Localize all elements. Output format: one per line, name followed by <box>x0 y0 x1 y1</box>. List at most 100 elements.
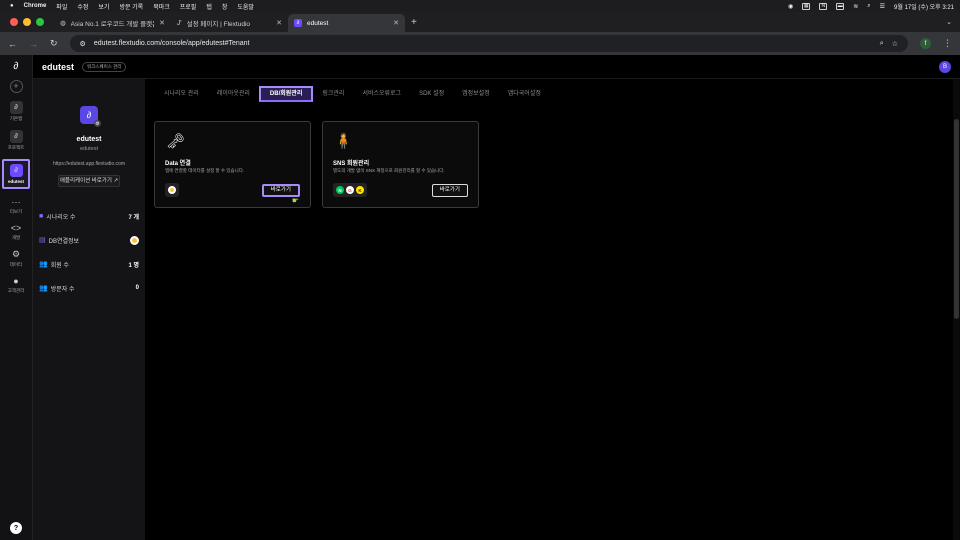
browser-tabbar: ◍ Asia No.1 로우코드 개발 플랫폼 플렉... ✕ ᔑ 설정 페이지… <box>0 12 960 32</box>
menubar-app-name[interactable]: Chrome <box>24 3 47 9</box>
left-rail: ∂ + ∂ 기본앱 ∂ 프로젝트 ∂ edutest ··· 더보기 <> 개발… <box>0 55 33 540</box>
add-app-button[interactable]: + <box>9 80 23 93</box>
rail-tool-label: 고객관리 <box>7 288 25 293</box>
main-content: 시나리오 관리 레이아웃관리 DB/회원관리 링크관리 서비스오류로그 SDK … <box>145 79 953 540</box>
stat-value: 0 <box>135 285 139 291</box>
menu-history[interactable]: 방문 기록 <box>119 2 143 11</box>
tab-error-log[interactable]: 서비스오류로그 <box>353 86 410 102</box>
search-icon[interactable]: ⌕ <box>867 3 870 10</box>
menu-help[interactable]: 도움말 <box>237 2 254 11</box>
browser-tab[interactable]: ◍ Asia No.1 로우코드 개발 플랫폼 플렉... ✕ <box>54 14 171 32</box>
rail-customer[interactable]: ● 고객관리 <box>8 276 25 294</box>
rail-item-basic-app[interactable]: ∂ 기본앱 <box>2 101 30 122</box>
rail-tool-label: 개발 <box>11 235 21 240</box>
google-icon: G <box>346 186 354 194</box>
rail-data[interactable]: ⚙ 데이터 <box>10 249 22 268</box>
rail-more[interactable]: ··· 더보기 <box>10 197 22 215</box>
more-dots-icon: ··· <box>11 197 21 207</box>
app-info-panel: ∂ ⚙ edutest edutest https://edutest.app.f… <box>33 79 145 540</box>
back-arrow-icon[interactable]: ← <box>8 39 17 49</box>
rail-tool-label: 더보기 <box>9 209 23 214</box>
control-center-icon[interactable]: ☰ <box>880 3 885 10</box>
code-icon: <> <box>10 223 22 233</box>
app-icon: ∂ <box>9 130 23 143</box>
close-tab-icon[interactable]: ✕ <box>276 19 282 27</box>
apple-icon[interactable]: ● <box>10 3 14 9</box>
stat-value: 7 개 <box>128 214 139 221</box>
tab-sdk[interactable]: SDK 설정 <box>410 86 453 102</box>
bookmark-star-icon[interactable]: ☆ <box>892 40 898 48</box>
menu-bookmarks[interactable]: 북마크 <box>153 2 170 11</box>
feature-cards: 🗝 Data 연결 앱에 연결할 데이터를 설정 할 수 있습니다. 바로가기 … <box>154 121 479 208</box>
tab-title: edutest <box>307 19 329 27</box>
help-button[interactable]: ? <box>10 522 22 534</box>
app-url[interactable]: https://edutest.app.flextudio.com <box>33 161 145 167</box>
scrollbar-thumb[interactable] <box>954 119 959 319</box>
user-avatar[interactable]: B <box>939 60 951 73</box>
gears-icon: ⚙ <box>11 249 21 259</box>
tab-scenario[interactable]: 시나리오 관리 <box>155 86 208 102</box>
visitors-icon: 👥 <box>39 285 48 292</box>
rail-item-edutest[interactable]: ∂ edutest <box>2 159 30 189</box>
tab-search-chevron-icon[interactable]: ⌄ <box>938 18 960 32</box>
rail-dev[interactable]: <> 개발 <box>11 223 22 241</box>
rail-tool-label: 데이터 <box>9 262 23 267</box>
tab-db-members[interactable]: DB/회원관리 <box>258 86 314 102</box>
minimize-window-button[interactable] <box>23 18 31 26</box>
db-chip-icon <box>168 186 176 194</box>
battery-icon[interactable]: ▬ <box>836 2 845 10</box>
menu-edit[interactable]: 수정 <box>77 2 88 11</box>
macos-menubar: ● Chrome 파일 수정 보기 방문 기록 북마크 프로필 탭 창 도움말 … <box>0 0 960 12</box>
reload-icon[interactable]: ↻ <box>50 38 58 49</box>
grid-icon[interactable]: ▦ <box>802 2 811 10</box>
settings-gear-icon[interactable]: ⚙ <box>94 120 101 127</box>
card-chips: N G K <box>333 183 367 197</box>
browser-tab[interactable]: ᔑ 설정 페이지 | Flextudio ✕ <box>171 14 288 32</box>
address-bar[interactable]: ⚙ edutest.flextudio.com/console/app/edut… <box>69 35 908 52</box>
go-button[interactable]: 바로가기 <box>431 184 468 197</box>
app-icon: ∂ <box>9 164 23 177</box>
browser-menu-icon[interactable]: ⋮ <box>943 38 952 49</box>
record-icon[interactable]: ◉ <box>788 3 793 10</box>
db-status-icon <box>130 235 139 245</box>
menu-profiles[interactable]: 프로필 <box>180 2 197 11</box>
tab-i18n[interactable]: 앱다국어설정 <box>499 86 550 102</box>
n-icon[interactable]: N <box>819 2 828 10</box>
zoom-window-button[interactable] <box>36 18 44 26</box>
stat-value: 1 명 <box>128 262 139 269</box>
stat-label: DB연결정보 <box>48 238 80 245</box>
scrollbar[interactable] <box>953 79 960 540</box>
scenario-icon: ■ <box>39 212 44 220</box>
flextudio-logo-icon[interactable]: ∂ <box>14 61 19 72</box>
forward-arrow-icon[interactable]: → <box>29 39 38 49</box>
site-info-icon[interactable]: ⚙ <box>80 40 86 48</box>
zoom-icon[interactable]: ⌕ <box>880 40 884 48</box>
profile-avatar[interactable]: f <box>920 38 931 49</box>
close-window-button[interactable] <box>10 18 18 26</box>
url-text[interactable]: edutest.flextudio.com/console/app/edutes… <box>94 40 250 47</box>
menu-view[interactable]: 보기 <box>98 2 109 11</box>
tab-title: 설정 페이지 | Flextudio <box>186 21 251 28</box>
rail-item-label: edutest <box>7 179 24 184</box>
close-tab-icon[interactable]: ✕ <box>393 19 399 27</box>
card-chips <box>165 183 179 197</box>
close-tab-icon[interactable]: ✕ <box>159 19 165 27</box>
rail-item-project[interactable]: ∂ 프로젝트 <box>2 130 30 151</box>
card-data-connection: 🗝 Data 연결 앱에 연결할 데이터를 설정 할 수 있습니다. 바로가기 … <box>154 121 311 208</box>
tab-title: Asia No.1 로우코드 개발 플랫폼 플렉... <box>70 21 154 28</box>
app-name: edutest <box>76 136 102 143</box>
new-tab-button[interactable]: + <box>405 17 423 32</box>
wifi-icon[interactable]: ≋ <box>853 3 858 10</box>
menu-file[interactable]: 파일 <box>56 2 67 11</box>
menu-tab[interactable]: 탭 <box>206 2 212 11</box>
tab-links[interactable]: 링크관리 <box>313 86 353 102</box>
tab-layout[interactable]: 레이아웃관리 <box>208 86 259 102</box>
open-app-button[interactable]: 애플리케이션 바로가기 ↗ <box>58 175 120 187</box>
workspace-manage-button[interactable]: 워크스페이스 관리 <box>82 61 127 72</box>
menubar-clock[interactable]: 9월 17일 (수) 오후 3:21 <box>894 2 954 11</box>
menu-window[interactable]: 창 <box>222 2 228 11</box>
tab-app-info[interactable]: 앱정보설정 <box>453 86 499 102</box>
browser-tab-active[interactable]: ∂ edutest ✕ <box>288 14 405 32</box>
stat-members: 👥 회원 수 1 명 <box>33 252 145 276</box>
person-icon: ● <box>13 276 19 286</box>
